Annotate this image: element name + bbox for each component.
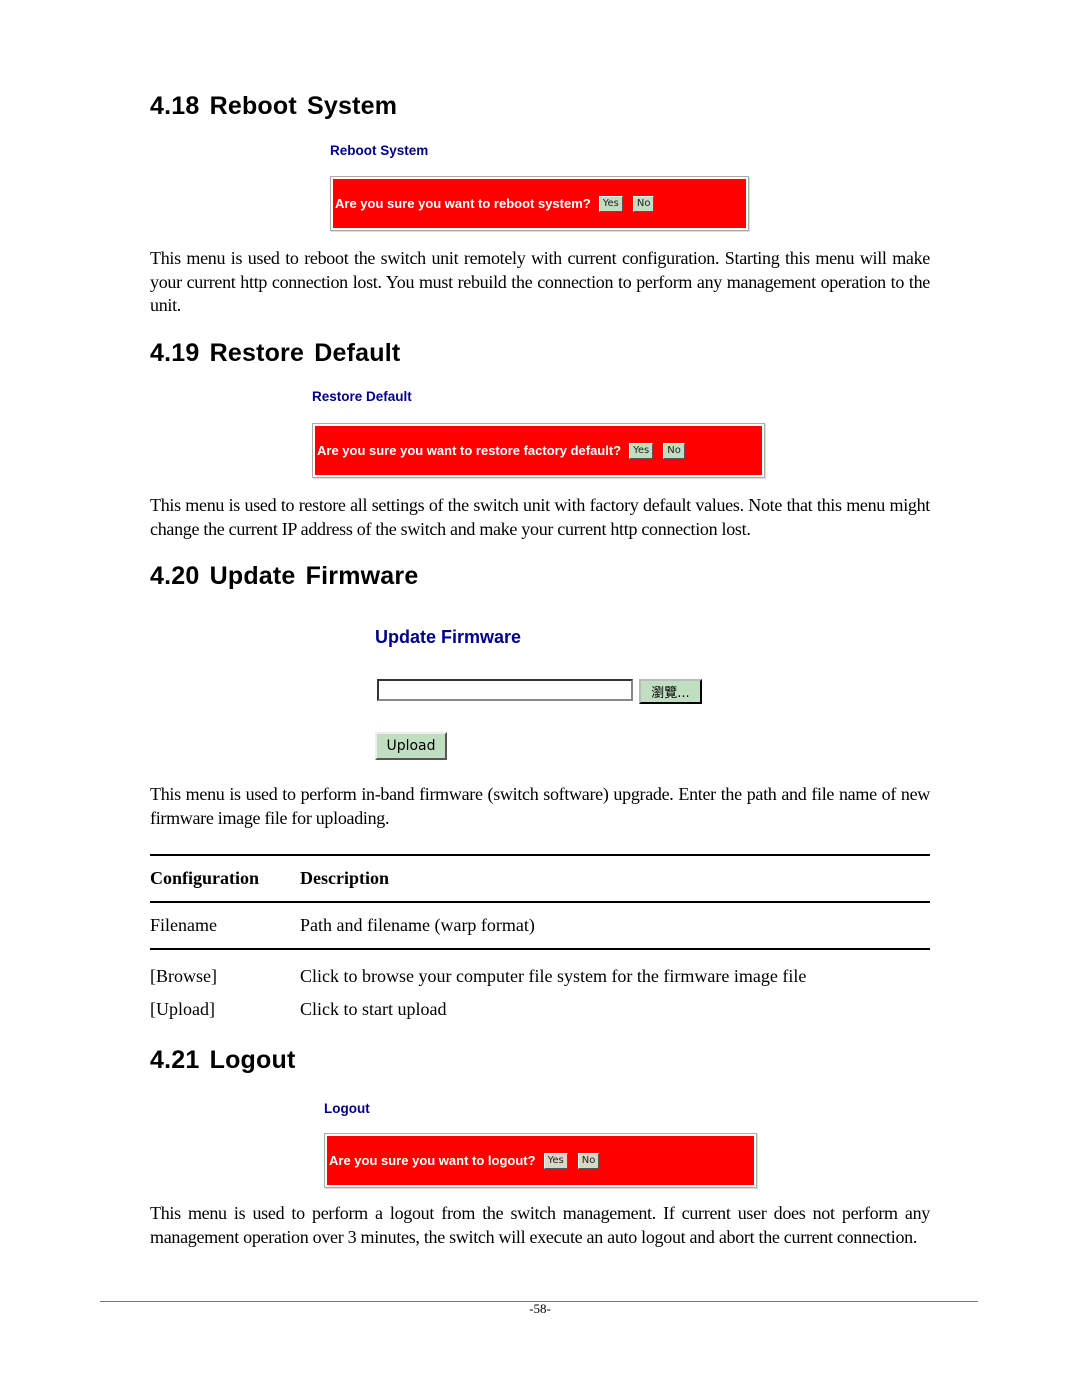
firmware-description: This menu is used to perform in-band fir… [150, 784, 930, 828]
page-number: -58- [529, 1301, 551, 1316]
restore-description: This menu is used to restore all setting… [150, 495, 930, 539]
section-heading-firmware: 4.20 Update Firmware [150, 562, 419, 590]
reboot-ui-title: Reboot System [330, 143, 429, 158]
row-description: Click to browse your computer file syste… [300, 966, 807, 986]
reboot-confirm-alert: Are you sure you want to reboot system? … [333, 179, 746, 228]
logout-confirm-text: Are you sure you want to logout? [329, 1153, 536, 1168]
row-description: Click to start upload [300, 999, 447, 1019]
logout-yes-button[interactable]: Yes [543, 1152, 568, 1169]
restore-confirm-text: Are you sure you want to restore factory… [317, 443, 622, 458]
table-header-row: Configuration Description [150, 856, 930, 901]
section-heading-reboot: 4.18 Reboot System [150, 92, 398, 120]
header-configuration: Configuration [150, 868, 260, 888]
firmware-file-input[interactable] [377, 679, 633, 701]
upload-button[interactable]: Upload [375, 732, 447, 760]
firmware-ui-title: Update Firmware [375, 627, 522, 647]
browse-button[interactable]: 瀏覽... [639, 679, 702, 704]
row-description: Path and filename (warp format) [300, 915, 535, 935]
reboot-confirm-text: Are you sure you want to reboot system? [335, 196, 591, 211]
row-config: Filename [150, 915, 217, 935]
reboot-description: This menu is used to reboot the switch u… [150, 248, 930, 315]
restore-no-button[interactable]: No [663, 442, 685, 459]
restore-confirm-alert: Are you sure you want to restore factory… [315, 426, 762, 475]
logout-description: This menu is used to perform a logout fr… [150, 1203, 930, 1247]
header-description: Description [300, 868, 389, 888]
table-row: [Browse] Click to browse your computer f… [150, 960, 930, 993]
config-table: Configuration Description Filename Path … [150, 854, 930, 1026]
section-heading-restore: 4.19 Restore Default [150, 339, 401, 367]
table-row: [Upload] Click to start upload [150, 993, 930, 1026]
logout-confirm-panel: Are you sure you want to logout? Yes No [324, 1133, 757, 1188]
section-heading-logout: 4.21 Logout [150, 1046, 296, 1074]
reboot-yes-button[interactable]: Yes [598, 195, 623, 212]
restore-ui-title: Restore Default [312, 389, 412, 404]
logout-ui-title: Logout [324, 1101, 370, 1116]
reboot-no-button[interactable]: No [632, 195, 655, 212]
table-section-rule [150, 948, 930, 950]
restore-confirm-panel: Are you sure you want to restore factory… [312, 423, 765, 478]
row-config: [Upload] [150, 999, 215, 1019]
row-config: [Browse] [150, 966, 217, 986]
reboot-confirm-panel: Are you sure you want to reboot system? … [330, 176, 749, 231]
logout-confirm-alert: Are you sure you want to logout? Yes No [327, 1136, 754, 1185]
logout-no-button[interactable]: No [577, 1152, 600, 1169]
restore-yes-button[interactable]: Yes [629, 442, 654, 459]
table-row: Filename Path and filename (warp format) [150, 903, 930, 948]
